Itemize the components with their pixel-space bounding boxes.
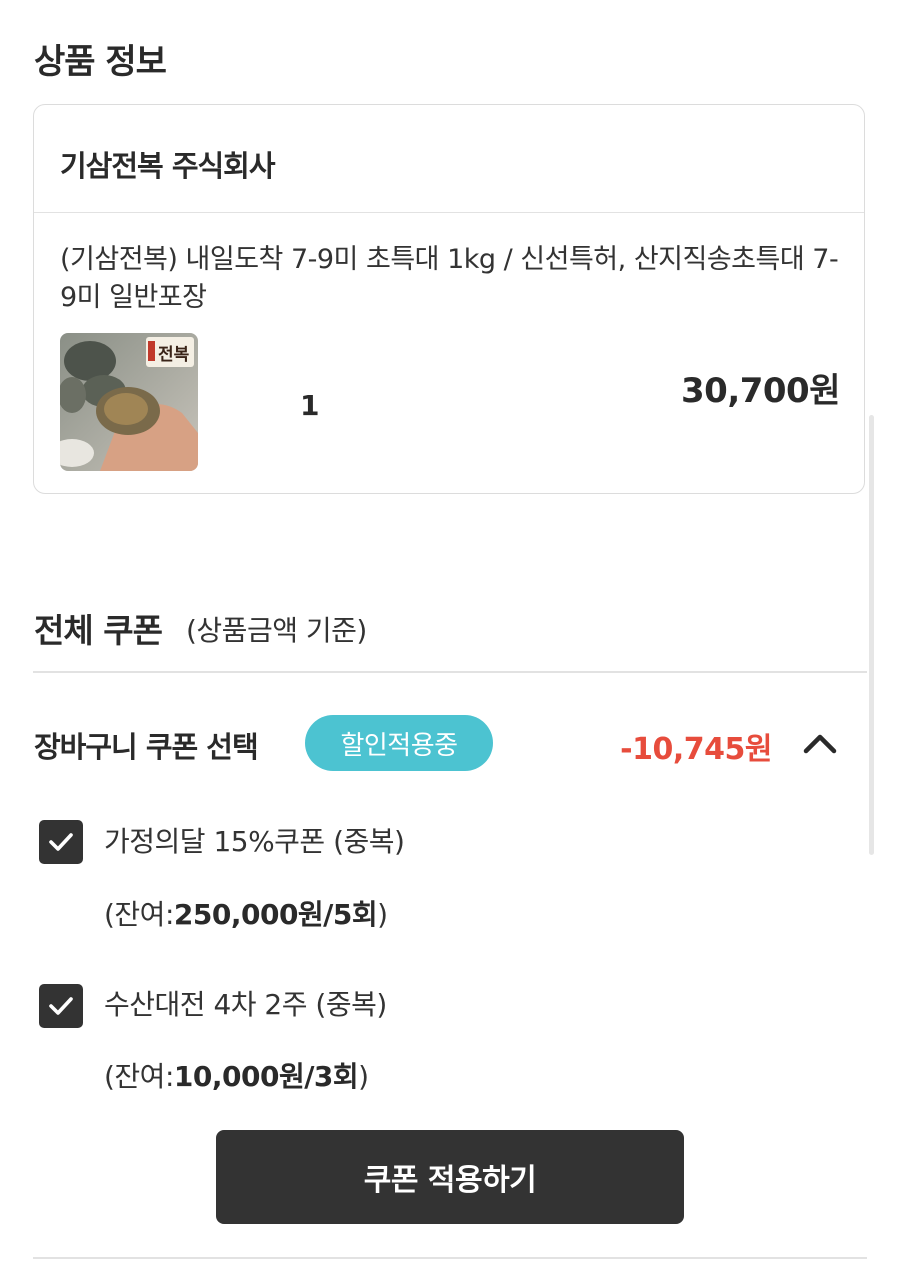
product-quantity: 1: [300, 389, 320, 422]
coupon-divider: [33, 671, 867, 673]
coupon-checkbox-2[interactable]: [39, 984, 83, 1028]
check-icon: [49, 833, 73, 851]
thumbnail-logo-text: 전복: [158, 345, 190, 365]
remain-prefix: (잔여:: [104, 898, 174, 931]
product-name: (기삼전복) 내일도착 7-9미 초특대 1kg / 신선특허, 산지직송초특대…: [60, 244, 839, 313]
coupon-section-title: 전체 쿠폰: [34, 611, 163, 650]
product-info-title: 상품 정보: [34, 42, 167, 82]
remain-value: 10,000원/3회: [173, 1060, 359, 1093]
scrollbar[interactable]: [869, 415, 874, 855]
coupon-checkbox-1[interactable]: [39, 820, 83, 864]
apply-coupon-button[interactable]: 쿠폰 적용하기: [216, 1130, 684, 1224]
remain-suffix: ): [358, 1060, 369, 1093]
coupon-name: 수산대전 4차 2주 (중복): [104, 988, 387, 1021]
chevron-up-icon[interactable]: [800, 726, 840, 760]
bottom-divider: [33, 1257, 867, 1259]
product-card: 기삼전복 주식회사 (기삼전복) 내일도착 7-9미 초특대 1kg / 신선특…: [33, 104, 865, 494]
coupon-section-subtitle: (상품금액 기준): [186, 614, 367, 647]
discount-applied-badge: 할인적용중: [305, 715, 493, 771]
seller-name: 기삼전복 주식회사: [60, 149, 276, 183]
coupon-name: 가정의달 15%쿠폰 (중복): [104, 825, 405, 858]
check-icon: [49, 997, 73, 1015]
remain-value: 250,000원/5회: [173, 898, 378, 931]
seller-row: 기삼전복 주식회사: [34, 105, 864, 213]
product-thumbnail: 전복: [60, 333, 198, 471]
cart-coupon-label: 장바구니 쿠폰 선택: [34, 730, 259, 764]
coupon-remaining: (잔여:10,000원/3회): [104, 1055, 369, 1095]
product-price: 30,700원: [681, 371, 840, 411]
coupon-remaining: (잔여:250,000원/5회): [104, 893, 388, 933]
remain-suffix: ): [377, 898, 388, 931]
discount-amount: -10,745원: [620, 732, 772, 767]
remain-prefix: (잔여:: [104, 1060, 174, 1093]
